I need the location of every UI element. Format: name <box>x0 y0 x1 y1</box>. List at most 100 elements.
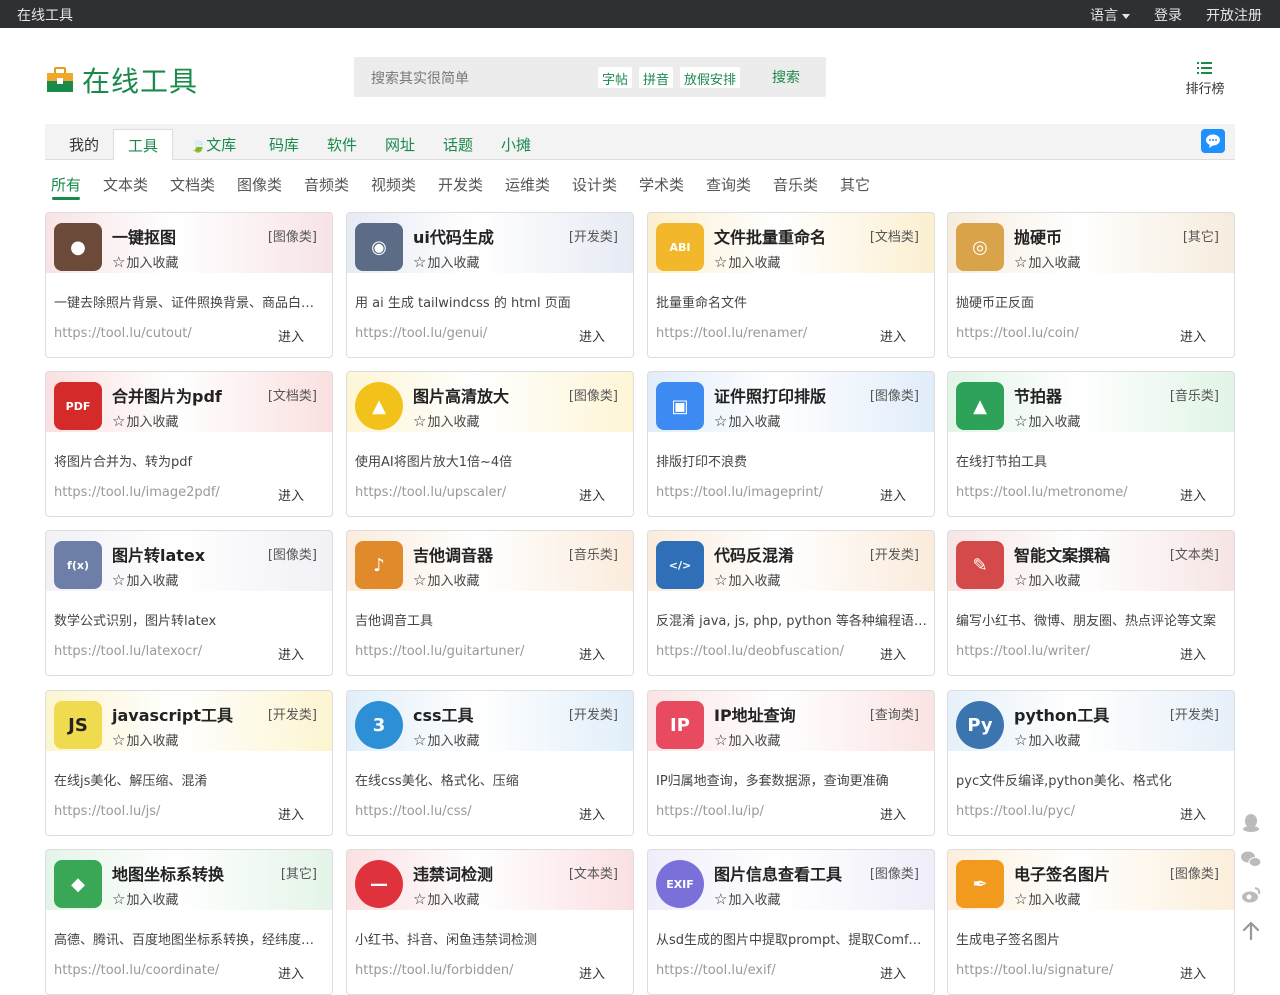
enter-button[interactable]: 进入 <box>278 804 304 823</box>
nav-docs[interactable]: 🍃文库 <box>190 134 236 155</box>
weibo-icon[interactable] <box>1240 884 1262 906</box>
tool-card[interactable]: </> 代码反混淆 [开发类] ☆加入收藏 反混淆 java, js, php, pyt… <box>647 530 935 676</box>
enter-button[interactable]: 进入 <box>880 485 906 504</box>
favorite-button[interactable]: ☆加入收藏 <box>1014 252 1080 271</box>
category-item[interactable]: 学术类 <box>639 174 684 195</box>
tool-url[interactable]: https://tool.lu/forbidden/ <box>355 963 513 978</box>
tool-card[interactable]: ▲ 节拍器 [音乐类] ☆加入收藏 在线打节拍工具 https://tool.lu/met… <box>947 371 1235 517</box>
tool-card[interactable]: ◉ ui代码生成 [开发类] ☆加入收藏用 ai 生成 tailwindcss 的 h… <box>346 212 634 358</box>
tool-url[interactable]: https://tool.lu/writer/ <box>956 644 1090 659</box>
tool-card[interactable]: ● 一键抠图 [图像类] ☆加入收藏 一键去除照片背景、证件照换背景、商品白底图 http… <box>45 212 333 358</box>
enter-button[interactable]: 进入 <box>880 963 906 982</box>
search-tag[interactable]: 放假安排 <box>680 67 741 88</box>
favorite-button[interactable]: ☆加入收藏 <box>1014 889 1080 908</box>
tool-url[interactable]: https://tool.lu/latexocr/ <box>54 644 202 659</box>
tool-url[interactable]: https://tool.lu/metronome/ <box>956 485 1128 500</box>
tool-card[interactable]: ✎ 智能文案撰稿 [文本类] ☆加入收藏 编写小红书、微博、朋友圈、热点评论等文案 htt… <box>947 530 1235 676</box>
language-menu[interactable]: 语言 <box>1090 5 1130 25</box>
site-logo[interactable]: 在线工具 <box>46 60 198 100</box>
back-to-top-icon[interactable] <box>1240 920 1262 942</box>
enter-button[interactable]: 进入 <box>880 804 906 823</box>
tool-url[interactable]: https://tool.lu/css/ <box>355 804 472 819</box>
favorite-button[interactable]: ☆加入收藏 <box>413 252 479 271</box>
tool-card[interactable]: 3 css工具 [开发类] ☆加入收藏 在线css美化、格式化、压缩 https://to… <box>346 690 634 836</box>
enter-button[interactable]: 进入 <box>880 326 906 345</box>
search-tag[interactable]: 拼音 <box>639 67 674 88</box>
nav-mine[interactable]: 我的 <box>69 134 99 155</box>
category-item[interactable]: 图像类 <box>237 174 282 195</box>
enter-button[interactable]: 进入 <box>579 804 605 823</box>
tool-url[interactable]: https://tool.lu/js/ <box>54 804 160 819</box>
tool-card[interactable]: ✒ 电子签名图片 [图像类] ☆加入收藏 生成电子签名图片 https://tool.lu… <box>947 849 1235 995</box>
tool-url[interactable]: https://tool.lu/deobfuscation/ <box>656 644 844 659</box>
enter-button[interactable]: 进入 <box>278 326 304 345</box>
tool-card[interactable]: PDF 合并图片为pdf [文档类] ☆加入收藏 将图片合并为、转为pdf https:/… <box>45 371 333 517</box>
tool-url[interactable]: https://tool.lu/coin/ <box>956 326 1079 341</box>
tool-card[interactable]: ◆ 地图坐标系转换 [其它] ☆加入收藏 高德、腾讯、百度地图坐标系转换，经纬度转换 ht… <box>45 849 333 995</box>
favorite-button[interactable]: ☆加入收藏 <box>714 730 780 749</box>
tool-card[interactable]: ♪ 吉他调音器 [音乐类] ☆加入收藏 吉他调音工具 https://tool.lu/gu… <box>346 530 634 676</box>
enter-button[interactable]: 进入 <box>579 644 605 663</box>
tool-url[interactable]: https://tool.lu/genui/ <box>355 326 487 341</box>
favorite-button[interactable]: ☆加入收藏 <box>112 252 178 271</box>
category-item[interactable]: 文本类 <box>103 174 148 195</box>
tool-url[interactable]: https://tool.lu/renamer/ <box>656 326 807 341</box>
favorite-button[interactable]: ☆加入收藏 <box>413 730 479 749</box>
nav-stall[interactable]: 小摊 <box>501 134 531 155</box>
tool-url[interactable]: https://tool.lu/coordinate/ <box>54 963 219 978</box>
tool-card[interactable]: ▣ 证件照打印排版 [图像类] ☆加入收藏 排版打印不浪费 https://tool.lu… <box>647 371 935 517</box>
nav-sites[interactable]: 网址 <box>385 134 415 155</box>
tool-card[interactable]: ▲ 图片高清放大 [图像类] ☆加入收藏 使用AI将图片放大1倍~4倍 https://t… <box>346 371 634 517</box>
category-item[interactable]: 音频类 <box>304 174 349 195</box>
favorite-button[interactable]: ☆加入收藏 <box>1014 730 1080 749</box>
favorite-button[interactable]: ☆加入收藏 <box>413 889 479 908</box>
favorite-button[interactable]: ☆加入收藏 <box>112 730 178 749</box>
search-box[interactable]: 搜索其实很简单 字帖 拼音 放假安排 搜索 <box>354 57 826 97</box>
search-tag[interactable]: 字帖 <box>598 67 633 88</box>
nav-code[interactable]: 码库 <box>269 134 299 155</box>
category-item[interactable]: 查询类 <box>706 174 751 195</box>
category-all[interactable]: 所有 <box>51 174 81 195</box>
chat-button[interactable] <box>1201 129 1225 153</box>
nav-tools[interactable]: 工具 <box>113 129 174 161</box>
site-name[interactable]: 在线工具 <box>17 5 73 25</box>
favorite-button[interactable]: ☆加入收藏 <box>714 252 780 271</box>
search-button[interactable]: 搜索 <box>772 67 800 87</box>
category-item[interactable]: 运维类 <box>505 174 550 195</box>
enter-button[interactable]: 进入 <box>1180 804 1206 823</box>
tool-card[interactable]: Py python工具 [开发类] ☆加入收藏 pyc文件反编译,python美化、格式… <box>947 690 1235 836</box>
favorite-button[interactable]: ☆加入收藏 <box>714 411 780 430</box>
tool-url[interactable]: https://tool.lu/guitartuner/ <box>355 644 524 659</box>
category-item[interactable]: 视频类 <box>371 174 416 195</box>
category-item[interactable]: 开发类 <box>438 174 483 195</box>
tool-url[interactable]: https://tool.lu/exif/ <box>656 963 776 978</box>
rank-button[interactable]: 排行榜 <box>1183 60 1227 97</box>
enter-button[interactable]: 进入 <box>579 963 605 982</box>
tool-url[interactable]: https://tool.lu/imageprint/ <box>656 485 823 500</box>
tool-url[interactable]: https://tool.lu/cutout/ <box>54 326 192 341</box>
enter-button[interactable]: 进入 <box>1180 963 1206 982</box>
tool-card[interactable]: — 违禁词检测 [文本类] ☆加入收藏 小红书、抖音、闲鱼违禁词检测 https://to… <box>346 849 634 995</box>
favorite-button[interactable]: ☆加入收藏 <box>413 570 479 589</box>
favorite-button[interactable]: ☆加入收藏 <box>112 889 178 908</box>
tool-url[interactable]: https://tool.lu/ip/ <box>656 804 764 819</box>
favorite-button[interactable]: ☆加入收藏 <box>1014 570 1080 589</box>
tool-url[interactable]: https://tool.lu/signature/ <box>956 963 1113 978</box>
tool-card[interactable]: ABI 文件批量重命名 [文档类] ☆加入收藏 批量重命名文件 https://tool.… <box>647 212 935 358</box>
register-link[interactable]: 开放注册 <box>1206 5 1262 25</box>
nav-topics[interactable]: 话题 <box>443 134 473 155</box>
tool-card[interactable]: EXIF 图片信息查看工具 [图像类] ☆加入收藏 从sd生成的图片中提取prompt、… <box>647 849 935 995</box>
favorite-button[interactable]: ☆加入收藏 <box>714 570 780 589</box>
tool-url[interactable]: https://tool.lu/image2pdf/ <box>54 485 220 500</box>
wechat-icon[interactable] <box>1240 848 1262 870</box>
category-item[interactable]: 文档类 <box>170 174 215 195</box>
qq-icon[interactable] <box>1240 812 1262 834</box>
enter-button[interactable]: 进入 <box>1180 644 1206 663</box>
favorite-button[interactable]: ☆加入收藏 <box>714 889 780 908</box>
category-item[interactable]: 其它 <box>840 174 870 195</box>
login-link[interactable]: 登录 <box>1154 5 1182 25</box>
tool-card[interactable]: JS javascript工具 [开发类] ☆加入收藏 在线js美化、解压缩、混淆 htt… <box>45 690 333 836</box>
enter-button[interactable]: 进入 <box>579 326 605 345</box>
category-item[interactable]: 音乐类 <box>773 174 818 195</box>
tool-url[interactable]: https://tool.lu/upscaler/ <box>355 485 506 500</box>
